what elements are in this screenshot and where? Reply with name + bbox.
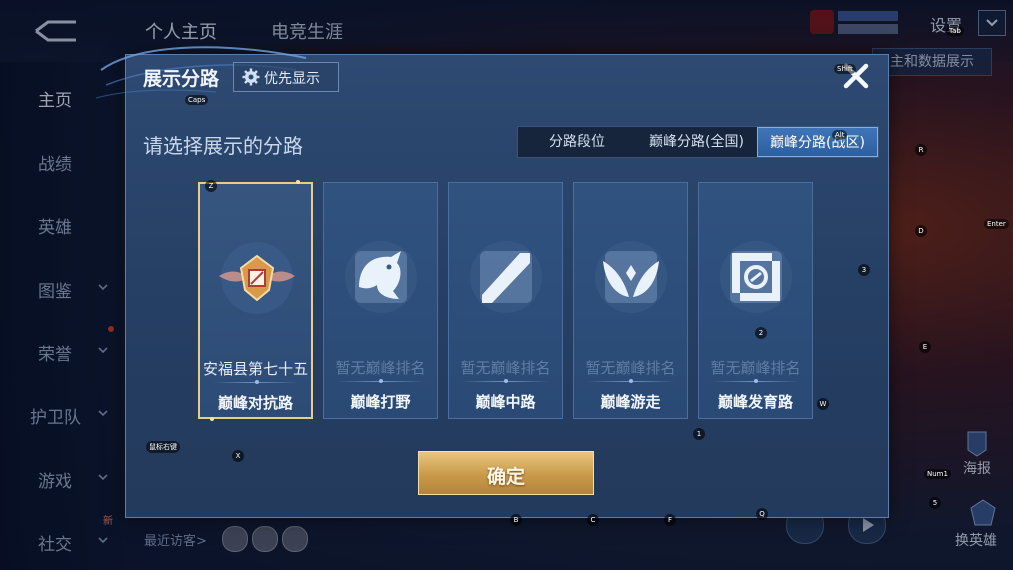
confirm-button[interactable]: 确定	[418, 451, 594, 495]
lane-rank-text: 安福县第七十五	[202, 360, 308, 378]
farm-lane-icon	[720, 241, 792, 313]
lane-name: 巅峰游走	[600, 393, 661, 411]
tab-peak-national[interactable]: 巅峰分路(全国)	[636, 127, 757, 157]
selection-corner	[296, 180, 300, 184]
key-hint: B	[510, 514, 522, 526]
lane-card-mid[interactable]: 暂无巅峰排名 巅峰中路	[448, 182, 563, 419]
lane-card-jungle[interactable]: 暂无巅峰排名 巅峰打野	[323, 182, 438, 419]
lane-rank-text: 暂无巅峰排名	[585, 359, 676, 377]
clash-lane-badge-icon	[219, 242, 295, 314]
key-hint: X	[232, 450, 244, 462]
lane-name: 巅峰对抗路	[217, 394, 293, 412]
lane-rank-text: 暂无巅峰排名	[335, 359, 426, 377]
key-hint: 2	[755, 327, 767, 339]
lane-card-clash[interactable]: 安福县第七十五 巅峰对抗路	[198, 182, 313, 419]
tab-peak-region[interactable]: 巅峰分路(战区)	[757, 127, 878, 157]
dialog-title: 展示分路	[143, 68, 220, 90]
key-hint: Enter	[984, 219, 1009, 229]
lane-card-roam[interactable]: 暂无巅峰排名 巅峰游走	[573, 182, 688, 419]
confirm-label: 确定	[486, 466, 525, 488]
key-hint: 3	[858, 264, 870, 276]
tab-lane-rank[interactable]: 分路段位	[518, 127, 636, 157]
key-hint: F	[664, 514, 676, 526]
select-lane-prompt: 请选择展示的分路	[143, 134, 303, 158]
key-hint: Tab	[946, 26, 964, 36]
jungle-dragon-icon	[345, 241, 417, 313]
lane-name: 巅峰发育路	[717, 393, 793, 411]
selection-corner	[210, 417, 214, 421]
key-hint: Num1	[924, 469, 951, 479]
key-hint: Q	[756, 508, 768, 520]
divider-dot	[754, 379, 758, 383]
key-hint: W	[817, 398, 829, 410]
key-hint: 5	[929, 497, 941, 509]
lane-rank-text: 暂无巅峰排名	[710, 359, 801, 377]
key-hint: Caps	[185, 95, 209, 105]
key-hint: D	[915, 225, 927, 237]
priority-display-button[interactable]: 优先显示	[233, 62, 339, 92]
key-hint: 鼠标右键	[146, 441, 180, 453]
key-hint: Z	[205, 180, 217, 192]
divider-dot	[379, 379, 383, 383]
priority-display-label: 优先显示	[264, 71, 320, 87]
key-hint: C	[587, 514, 599, 526]
roam-wings-icon	[595, 241, 667, 313]
key-hint: Shift	[834, 64, 856, 74]
divider-dot	[255, 380, 259, 384]
key-hint: E	[919, 341, 931, 353]
lane-name: 巅峰打野	[350, 393, 411, 411]
lane-rank-text: 暂无巅峰排名	[460, 359, 551, 377]
key-hint: Alt	[832, 130, 848, 140]
key-hint: R	[915, 144, 927, 156]
ranking-scope-tabs: 分路段位 巅峰分路(全国) 巅峰分路(战区)	[517, 126, 879, 158]
lane-card-farm[interactable]: 暂无巅峰排名 巅峰发育路	[698, 182, 813, 419]
mid-lane-icon	[470, 241, 542, 313]
key-hint: 1	[693, 428, 705, 440]
gear-icon	[242, 68, 260, 86]
lane-name: 巅峰中路	[475, 393, 536, 411]
divider-dot	[504, 379, 508, 383]
divider-dot	[629, 379, 633, 383]
